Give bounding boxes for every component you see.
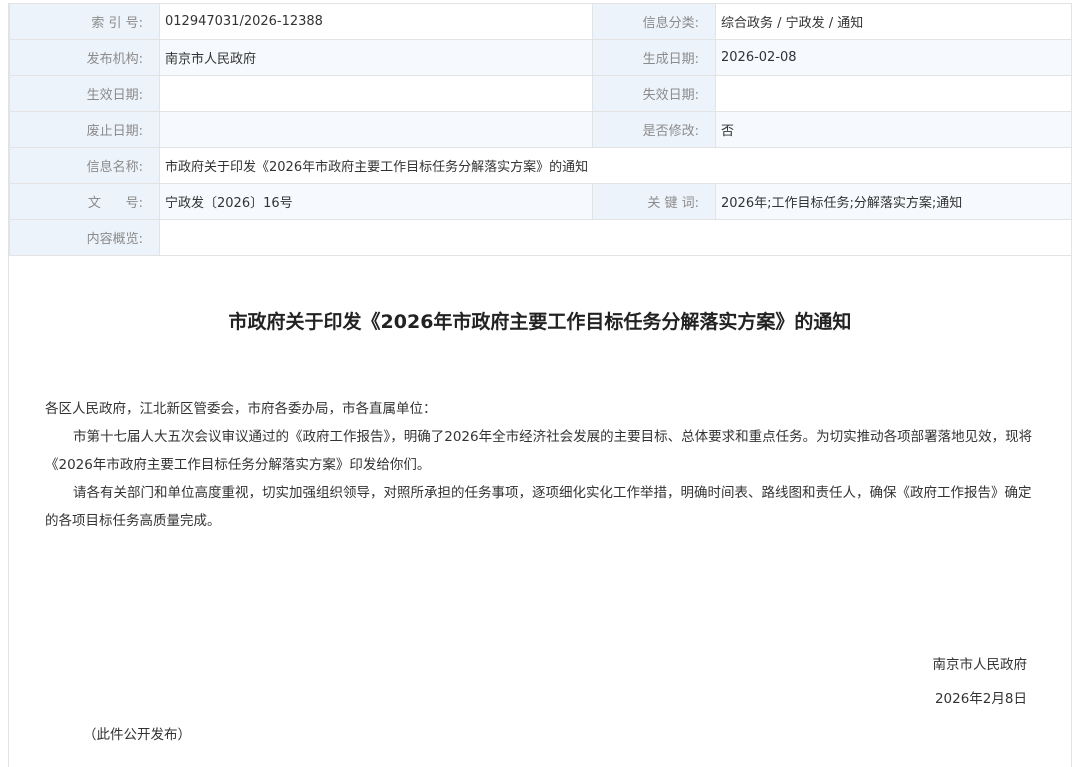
modified-label: 是否修改: — [592, 111, 716, 148]
info-name-value: 市政府关于印发《2026年市政府主要工作目标任务分解落实方案》的通知 — [159, 147, 1072, 184]
metadata-row: 废止日期: 是否修改: 否 — [9, 111, 1072, 148]
effective-date-label: 生效日期: — [9, 75, 160, 112]
info-name-label: 信息名称: — [9, 147, 160, 184]
metadata-row: 内容概览: — [9, 219, 1072, 256]
doc-number-label: 文 号: — [9, 183, 160, 220]
body-paragraph: 市第十七届人大五次会议审议通过的《政府工作报告》，明确了2026年全市经济社会发… — [45, 429, 1033, 473]
repeal-date-value — [159, 111, 593, 148]
summary-label: 内容概览: — [9, 219, 160, 256]
metadata-table: 索 引 号: 012947031/2026-12388 信息分类: 综合政务 /… — [9, 3, 1072, 256]
keywords-value: 2026年;工作目标任务;分解落实方案;通知 — [715, 183, 1072, 220]
body-paragraph: 请各有关部门和单位高度重视，切实加强组织领导，对照所承担的任务事项，逐项细化实化… — [45, 485, 1032, 529]
index-label: 索 引 号: — [9, 3, 160, 40]
summary-value — [159, 219, 1072, 256]
modified-value: 否 — [715, 111, 1072, 148]
category-label: 信息分类: — [592, 3, 716, 40]
document-body: 各区人民政府，江北新区管委会，市府各委办局，市各直属单位： 市第十七届人大五次会… — [45, 395, 1035, 535]
metadata-row: 发布机构: 南京市人民政府 生成日期: 2026-02-08 — [9, 39, 1072, 76]
metadata-row: 文 号: 宁政发〔2026〕16号 关 键 词: 2026年;工作目标任务;分解… — [9, 183, 1072, 220]
publication-note: （此件公开发布） — [83, 727, 191, 743]
issue-date: 2026年2月8日 — [934, 691, 1027, 707]
doc-number-value: 宁政发〔2026〕16号 — [159, 183, 593, 220]
document-page: 索 引 号: 012947031/2026-12388 信息分类: 综合政务 /… — [8, 3, 1072, 767]
metadata-row: 信息名称: 市政府关于印发《2026年市政府主要工作目标任务分解落实方案》的通知 — [9, 147, 1072, 184]
effective-date-value — [159, 75, 593, 112]
salutation: 各区人民政府，江北新区管委会，市府各委办局，市各直属单位： — [45, 401, 437, 417]
index-value: 012947031/2026-12388 — [159, 3, 593, 40]
category-value: 综合政务 / 宁政发 / 通知 — [715, 3, 1072, 40]
expiry-date-label: 失效日期: — [592, 75, 716, 112]
document-title: 市政府关于印发《2026年市政府主要工作目标任务分解落实方案》的通知 — [228, 311, 852, 333]
issuer-label: 发布机构: — [9, 39, 160, 76]
expiry-date-value — [715, 75, 1072, 112]
issuer-value: 南京市人民政府 — [159, 39, 593, 76]
metadata-row: 索 引 号: 012947031/2026-12388 信息分类: 综合政务 /… — [9, 3, 1072, 40]
created-date-label: 生成日期: — [592, 39, 716, 76]
metadata-row: 生效日期: 失效日期: — [9, 75, 1072, 112]
signature: 南京市人民政府 — [932, 657, 1028, 673]
keywords-label: 关 键 词: — [592, 183, 716, 220]
created-date-value: 2026-02-08 — [715, 39, 1072, 76]
repeal-date-label: 废止日期: — [9, 111, 160, 148]
